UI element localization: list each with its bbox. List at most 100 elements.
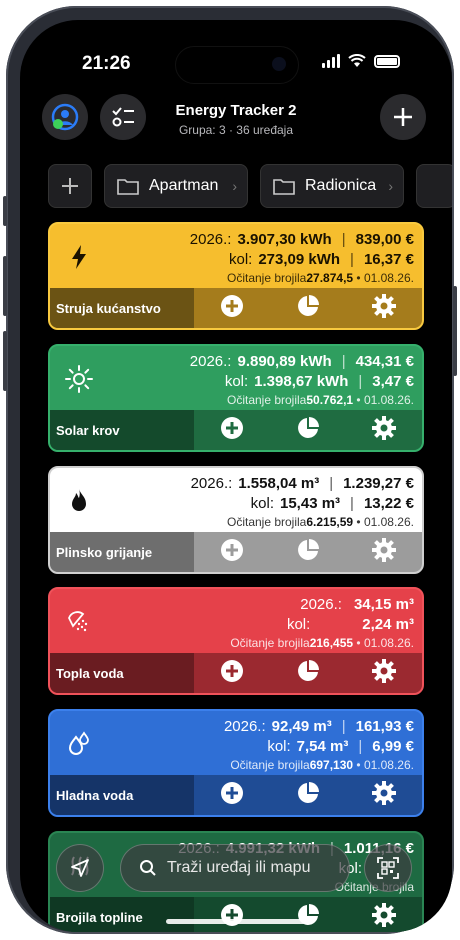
kol-label: kol: [267,738,291,755]
add-reading-button[interactable] [220,781,244,810]
statistics-button[interactable] [296,781,320,807]
chevron-right-icon: › [232,178,237,194]
year-amount: 92,49 m³ [271,718,332,735]
folder-apartman[interactable]: Apartman › [104,164,248,208]
meter-value: 27.874,5 [306,271,354,285]
year-cost: 434,31 € [355,353,414,370]
year-row: 2026.: 3.907,30 kWh | 839,00 € [189,231,414,248]
kol-label: kol: [250,495,274,512]
device-card[interactable]: 2026.: 3.907,30 kWh | 839,00 € kol: 273,0… [48,222,424,330]
device-name: Struja kućanstvo [50,288,194,328]
add-reading-button[interactable] [220,659,244,688]
settings-button[interactable] [372,780,396,810]
year-row: 2026.: 34,15 m³ [230,595,414,615]
add-reading-button[interactable] [220,416,244,445]
year-amount: 1.558,04 m³ [238,475,320,492]
year-label: 2026.: [190,475,233,492]
add-reading-button[interactable] [220,903,244,929]
plus-circle-icon [220,659,244,688]
device-card[interactable]: 2026.: 34,15 m³ kol: 2,24 m³ Očitanje br… [48,587,424,695]
device-summary: 2026.: 1.558,04 m³ | 1.239,27 € kol: 15,4… [50,468,422,536]
qr-scan-button[interactable] [364,844,412,892]
folder-radionica[interactable]: Radionica › [260,164,404,208]
add-folder-button[interactable] [48,164,92,208]
add-reading-button[interactable] [220,538,244,564]
year-label: 2026.: [223,718,266,735]
year-label: 2026.: [300,596,342,613]
meter-value: 697,130 [309,758,354,772]
status-time: 21:26 [82,53,131,74]
year-row: 2026.: 9.890,89 kWh | 434,31 € [189,353,414,370]
pie-chart-icon [296,659,320,688]
settings-button[interactable] [372,537,396,564]
search-icon [140,860,156,876]
kol-amount: 273,09 kWh [258,251,341,268]
statistics-button[interactable] [296,416,320,442]
battery-icon [374,54,400,68]
chevron-right-icon: › [388,178,393,194]
meter-date: • 01.08.26. [353,271,414,285]
year-amount: 3.907,30 kWh [237,231,332,248]
volume-up-button [3,256,7,316]
kol-amount [316,615,356,635]
meter-reading: Očitanje brojila216,455 • 01.08.26. [230,635,414,651]
gear-icon [372,293,396,323]
folder-icon [117,179,139,195]
settings-button[interactable] [372,658,396,688]
kol-cost: 2,24 m³ [362,616,414,633]
gear-icon [372,780,396,810]
add-device-button[interactable] [380,94,426,140]
kol-amount: 15,43 m³ [280,495,341,512]
settings-button[interactable] [372,902,396,932]
folder-more[interactable] [416,164,452,208]
kol-label: kol: [224,373,249,390]
qr-scan-icon [377,857,399,879]
dynamic-island [175,46,299,84]
gear-icon [372,902,396,932]
device-name: Brojila topline [50,897,194,932]
device-summary: 2026.: 3.907,30 kWh | 839,00 € kol: 273,0… [50,224,422,292]
settings-button[interactable] [372,415,396,442]
meter-date: • 01.08.26. [353,636,414,650]
folder-label: Radionica [305,177,377,194]
folder-icon [273,179,295,195]
device-card[interactable]: 2026.: 9.890,89 kWh | 434,31 € kol: 1.398… [48,344,424,452]
plus-circle-icon [220,781,244,810]
sun-icon [64,364,94,394]
year-row: 2026.: 1.558,04 m³ | 1.239,27 € [190,475,414,492]
signal-icon [322,54,340,68]
year-cost: 839,00 € [355,231,414,248]
status-bar: 21:26 [20,20,452,84]
year-cost: 1.239,27 € [343,475,414,492]
kol-label: kol: [286,616,311,633]
statistics-button[interactable] [296,538,320,564]
meter-label: Očitanje brojila [226,515,307,529]
plus-circle-icon [220,416,244,445]
location-button[interactable] [56,844,104,892]
statistics-button[interactable] [296,294,320,323]
power-button [453,286,457,376]
meter-date: • 01.08.26. [353,393,414,407]
settings-button[interactable] [372,293,396,323]
device-name: Solar krov [50,410,194,450]
plus-icon [394,108,412,126]
location-arrow-icon [71,859,89,877]
device-card[interactable]: 2026.: 92,49 m³ | 161,93 € kol: 7,54 m³ | … [48,709,424,817]
device-card[interactable]: 2026.: 1.558,04 m³ | 1.239,27 € kol: 15,4… [48,466,424,574]
gear-icon [372,658,396,688]
kol-row: kol: 1.398,67 kWh | 3,47 € [224,373,414,390]
flame-icon [64,486,94,516]
meter-date: • 01.08.26. [353,515,414,529]
statistics-button[interactable] [296,903,320,929]
search-input[interactable]: Traži uređaj ili mapu [120,844,350,892]
meter-reading: Očitanje brojila50.762,1 • 01.08.26. [190,392,414,408]
add-reading-button[interactable] [220,294,244,320]
statistics-button[interactable] [296,659,320,688]
search-placeholder: Traži uređaj ili mapu [167,859,311,876]
meter-label: Očitanje brojila [230,758,310,772]
lightning-icon [64,242,94,272]
pie-chart-icon [296,294,320,323]
kol-amount: 1.398,67 kWh [254,373,349,390]
kol-cost: 6,99 € [372,738,414,755]
device-name: Topla voda [50,653,194,693]
